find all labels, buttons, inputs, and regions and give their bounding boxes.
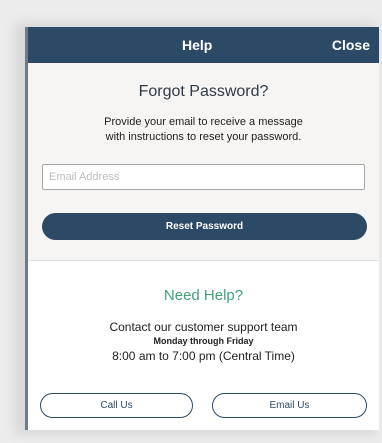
email-us-button[interactable]: Email Us <box>212 393 367 418</box>
reset-password-button[interactable]: Reset Password <box>42 213 367 240</box>
modal-header: Help Close <box>28 27 379 63</box>
help-modal: Help Close Forgot Password? Provide your… <box>25 27 379 430</box>
support-hours: 8:00 am to 7:00 pm (Central Time) <box>112 349 295 363</box>
support-days: Monday through Friday <box>153 336 254 346</box>
close-button[interactable]: Close <box>332 37 370 53</box>
description-line-1: Provide your email to receive a message <box>104 116 303 128</box>
call-us-button[interactable]: Call Us <box>40 393 193 418</box>
description-line-2: with instructions to reset your password… <box>105 131 302 143</box>
email-field[interactable] <box>42 164 365 190</box>
contact-text: Contact our customer support team <box>109 320 298 334</box>
forgot-password-title: Forgot Password? <box>138 83 269 100</box>
need-help-title: Need Help? <box>163 287 244 304</box>
forgot-password-description: Provide your email to receive a message … <box>42 115 365 145</box>
modal-title: Help <box>182 37 213 53</box>
